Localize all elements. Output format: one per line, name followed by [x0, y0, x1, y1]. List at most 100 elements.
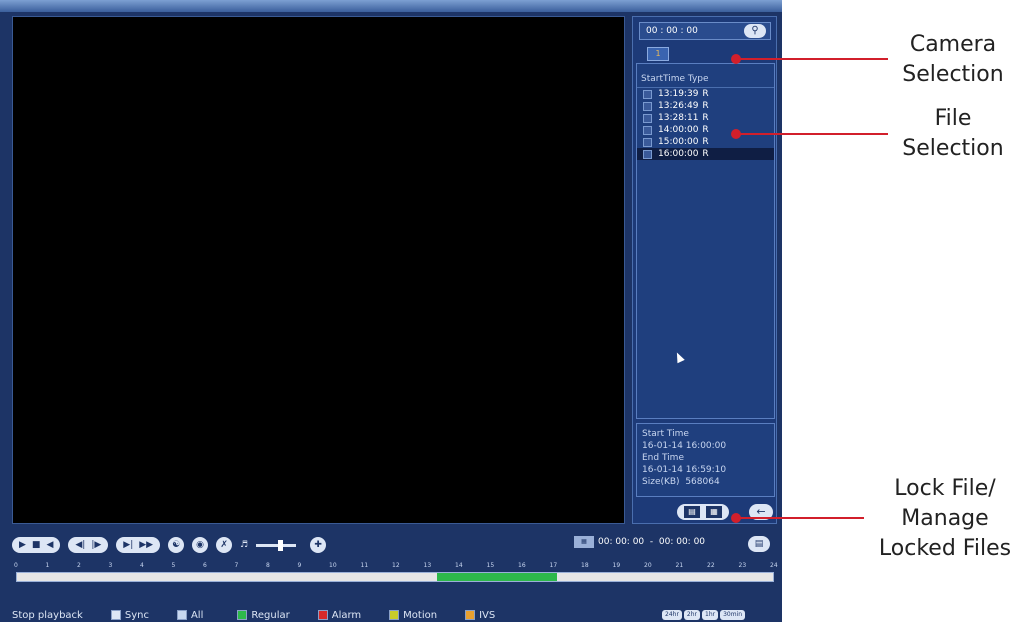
- range-start[interactable]: 00: 00: 00: [598, 537, 644, 547]
- file-row-checkbox[interactable]: [643, 101, 652, 111]
- play-stop-group: ▶ ■ ◀: [12, 537, 61, 553]
- file-row-type: R: [702, 125, 709, 135]
- filter-all-checkbox[interactable]: All: [176, 610, 203, 621]
- file-row-type: R: [702, 113, 709, 123]
- fisheye-icon[interactable]: ✚: [310, 537, 327, 553]
- zoom-24hr-button[interactable]: 24hr: [662, 610, 682, 620]
- stop-playback[interactable]: Stop playback: [12, 610, 83, 621]
- file-row-time: 13:26:49: [658, 101, 699, 111]
- file-row-checkbox[interactable]: [643, 113, 652, 123]
- filter-checkbox-box[interactable]: [465, 610, 476, 620]
- filter-regular-checkbox[interactable]: Regular: [237, 609, 290, 621]
- file-list-header: StartTime Type: [637, 64, 774, 88]
- camera-callout-line1: Camera: [909, 32, 997, 57]
- timeline-tick: 4: [140, 562, 144, 569]
- zoom-2hr-button[interactable]: 2hr: [683, 610, 700, 620]
- file-row-checkbox[interactable]: [643, 125, 652, 135]
- file-list: StartTime Type 13:19:39 R 13:26:49 R 13:28:1…: [636, 63, 775, 419]
- filter-label: Regular: [251, 609, 290, 621]
- file-info: Start Time 16-01-14 16:00:00 End Time 16…: [636, 423, 775, 497]
- zoom-1hr-button[interactable]: 1hr: [702, 610, 719, 620]
- timeline-tick: 12: [392, 562, 400, 569]
- timeline-tick: 18: [581, 562, 589, 569]
- timeline-tick: 22: [707, 562, 715, 569]
- lock-file-callout: Lock File/ Manage Locked Files: [866, 474, 1024, 564]
- timeline-tick: 0: [14, 562, 18, 569]
- lock-file-icon[interactable]: ▤: [684, 506, 700, 518]
- lock-callout-dot: [731, 513, 741, 523]
- search-icon[interactable]: ⚲: [744, 24, 766, 38]
- range-separator: -: [649, 537, 654, 547]
- playback-window: 00 : 00 : 00 ⚲ 1 StartTime Type 13:19:39…: [0, 0, 782, 622]
- fast-forward-icon[interactable]: ▶▶: [139, 537, 153, 553]
- clip-icon[interactable]: ✗: [216, 537, 233, 553]
- filter-checkbox-box[interactable]: [176, 610, 187, 620]
- timeline-tick: 11: [360, 562, 369, 569]
- camera-callout-line: [736, 58, 888, 60]
- file-row-time: 13:19:39: [658, 89, 699, 99]
- timeline-tick: 13: [423, 562, 432, 569]
- file-row[interactable]: 13:19:39 R: [637, 88, 774, 100]
- smart-search-icon[interactable]: ☯: [168, 537, 185, 553]
- camera-selection-callout: Camera Selection: [888, 30, 1018, 90]
- sync-checkbox[interactable]: Sync: [110, 609, 149, 621]
- file-row[interactable]: 16:00:00 R: [637, 148, 774, 160]
- prev-frame-icon[interactable]: ◀|: [75, 537, 85, 553]
- file-row[interactable]: 15:00:00 R: [637, 136, 774, 148]
- filter-label: IVS: [479, 609, 496, 621]
- timeline-tick: 10: [329, 562, 337, 569]
- lock-buttons: ▤ ▦: [677, 504, 729, 520]
- recording-segment[interactable]: [437, 573, 557, 581]
- sync-label: Sync: [124, 609, 149, 621]
- frame-step-group: ◀| |▶: [68, 537, 109, 553]
- zoom-30min-button[interactable]: 30min: [720, 610, 746, 620]
- time-value: 00 : 00 : 00: [646, 26, 698, 36]
- end-time-value: 16-01-14 16:59:10: [642, 465, 727, 475]
- video-area[interactable]: [12, 16, 625, 524]
- file-callout-line: [736, 133, 888, 135]
- file-callout-line1: File: [934, 106, 972, 131]
- file-row-time: 15:00:00: [658, 137, 699, 147]
- size-value: 568064: [685, 477, 720, 487]
- file-row-checkbox[interactable]: [643, 149, 652, 159]
- range-icon: ▦: [574, 536, 594, 548]
- range-end[interactable]: 00: 00: 00: [659, 537, 705, 547]
- mouse-cursor-icon: [673, 350, 685, 364]
- filter-checkbox-box[interactable]: [317, 610, 328, 620]
- timeline-tick: 15: [486, 562, 495, 569]
- snapshot-icon[interactable]: ◉: [192, 537, 209, 553]
- timeline-tick: 20: [644, 562, 652, 569]
- file-row[interactable]: 13:28:11 R: [637, 112, 774, 124]
- manage-locked-icon[interactable]: ▦: [706, 506, 722, 518]
- filter-ivs-checkbox[interactable]: IVS: [465, 610, 495, 621]
- volume-icon[interactable]: ♬: [240, 540, 248, 550]
- start-time-value: 16-01-14 16:00:00: [642, 441, 727, 451]
- stop-icon[interactable]: ■: [32, 537, 41, 553]
- next-frame-icon[interactable]: |▶: [91, 537, 101, 553]
- sync-box[interactable]: [110, 610, 121, 620]
- time-input[interactable]: 00 : 00 : 00 ⚲: [639, 22, 771, 40]
- camera-tab[interactable]: 1: [647, 47, 669, 61]
- reverse-play-icon[interactable]: ◀: [46, 537, 53, 553]
- play-icon[interactable]: ▶: [19, 537, 26, 553]
- title-bar: [0, 0, 782, 12]
- save-icon[interactable]: ▤: [748, 536, 770, 552]
- filter-checkbox-box[interactable]: [389, 610, 400, 620]
- filter-motion-checkbox[interactable]: Motion: [389, 610, 437, 621]
- file-selection-callout: File Selection: [888, 104, 1018, 164]
- slow-icon[interactable]: ▶|: [123, 537, 133, 553]
- lock-callout-line1: Lock File/: [894, 476, 996, 501]
- start-time-label: Start Time: [642, 429, 689, 439]
- filter-alarm-checkbox[interactable]: Alarm: [317, 610, 361, 621]
- filter-checkbox-box[interactable]: [237, 610, 248, 620]
- file-row-checkbox[interactable]: [643, 137, 652, 147]
- file-row-checkbox[interactable]: [643, 89, 652, 99]
- time-range[interactable]: ▦ 00: 00: 00 - 00: 00: 00: [574, 536, 705, 548]
- timeline-tick: 21: [675, 562, 684, 569]
- volume-handle[interactable]: [278, 539, 284, 551]
- timeline-tick: 23: [738, 562, 747, 569]
- volume-slider[interactable]: [256, 539, 297, 551]
- timeline-bar[interactable]: [16, 572, 774, 582]
- end-time-label: End Time: [642, 453, 684, 463]
- file-row[interactable]: 13:26:49 R: [637, 100, 774, 112]
